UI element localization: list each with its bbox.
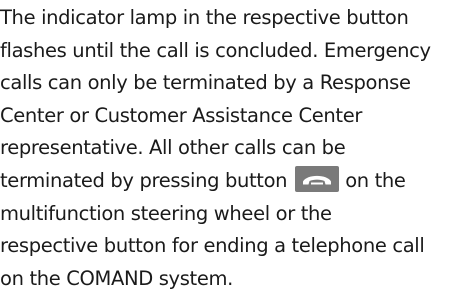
end-call-phone-icon <box>303 175 332 185</box>
text-line-9: on the COMAND system. <box>0 266 233 290</box>
text-line-5: representative. All other calls can be <box>0 136 346 160</box>
text-line-4: Center or Customer Assistance Center <box>0 103 363 127</box>
text-line-6-end: on the <box>345 168 406 192</box>
text-line-6: terminated by pressing button on the <box>0 165 464 198</box>
instruction-paragraph: The indicator lamp in the respective but… <box>0 2 464 295</box>
end-call-button-icon <box>295 165 340 192</box>
text-line-2: flashes until the call is concluded. Eme… <box>0 38 431 62</box>
text-line-3: calls can only be terminated by a Respon… <box>0 71 411 95</box>
text-line-8: respective button for ending a telephone… <box>0 234 425 258</box>
document-page: The indicator lamp in the respective but… <box>0 0 464 290</box>
text-line-1: The indicator lamp in the respective but… <box>0 6 409 29</box>
text-line-7: multifunction steering wheel or the <box>0 201 332 225</box>
text-line-6-start: terminated by pressing button <box>0 168 288 192</box>
